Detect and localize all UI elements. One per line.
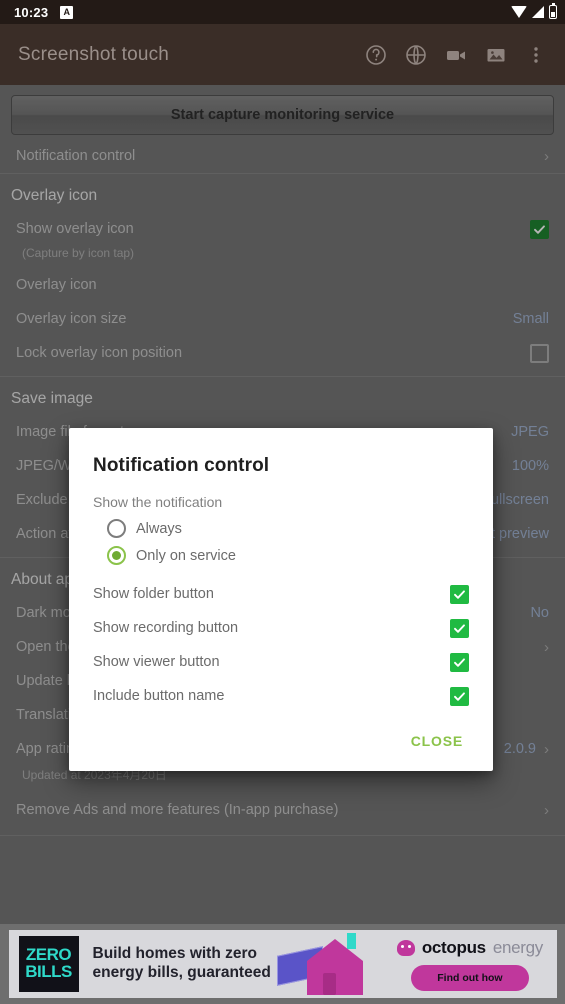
overflow-menu-icon[interactable] — [523, 42, 549, 68]
dialog-row-show-viewer-button[interactable]: Show viewer button — [93, 645, 469, 679]
app-title: Screenshot touch — [18, 43, 170, 65]
radio-label-always: Always — [136, 520, 182, 537]
battery-icon — [549, 3, 557, 19]
ad-logo-line-2: BILLS — [25, 962, 72, 981]
status-bar: 10:23 A — [0, 0, 565, 24]
notification-control-dialog: Notification control Show the notificati… — [69, 428, 493, 771]
dialog-label-show-recording-button: Show recording button — [93, 620, 239, 636]
app-bar-actions — [363, 42, 555, 68]
ad-headline: Build homes with zero energy bills, guar… — [93, 945, 271, 983]
radio-label-only-on-service: Only on service — [136, 547, 236, 564]
dialog-actions: CLOSE — [69, 713, 493, 761]
help-icon[interactable] — [363, 42, 389, 68]
dialog-row-include-button-name[interactable]: Include button name — [93, 679, 469, 713]
ad-cta-button[interactable]: Find out how — [411, 964, 529, 991]
phone-screen: 10:23 A Screenshot touch Start capture m… — [0, 0, 565, 1004]
signal-icon — [532, 6, 544, 18]
dialog-row-show-recording-button[interactable]: Show recording button — [93, 611, 469, 645]
ad-headline-line-2: energy bills, guaranteed — [92, 964, 271, 981]
solar-house-illustration-icon — [271, 931, 391, 997]
checkbox-include-button-name[interactable] — [450, 686, 469, 706]
dialog-label-include-button-name: Include button name — [93, 688, 225, 704]
dialog-group-label-show-the-notification: Show the notification — [93, 494, 223, 510]
status-bar-app-badge-icon: A — [60, 5, 74, 19]
status-bar-system-icons — [511, 3, 557, 19]
ad-banner[interactable]: ZERO BILLS Build homes with zero energy … — [0, 924, 565, 1004]
dialog-body: Show the notification Always Only on ser… — [69, 494, 493, 713]
app-bar: Screenshot touch — [0, 24, 565, 85]
radio-row-always[interactable]: Always — [93, 515, 469, 542]
ad-brand-name-bold: octopus — [421, 937, 486, 957]
checkbox-show-recording-button[interactable] — [450, 618, 469, 638]
radio-only-on-service[interactable] — [107, 546, 126, 565]
checkbox-show-viewer-button[interactable] — [450, 652, 469, 672]
settings-content: Start capture monitoring service Notific… — [0, 85, 565, 924]
wifi-icon — [511, 6, 527, 18]
ad-banner-content[interactable]: ZERO BILLS Build homes with zero energy … — [8, 930, 557, 998]
dialog-row-show-folder-button[interactable]: Show folder button — [93, 577, 469, 611]
ad-brand-lockup: octopus energy — [396, 937, 544, 958]
door-shape — [322, 973, 336, 995]
checkbox-show-folder-button[interactable] — [450, 584, 469, 604]
dialog-close-button[interactable]: CLOSE — [405, 729, 469, 753]
octopus-mascot-icon — [396, 939, 415, 956]
ad-headline-line-1: Build homes with zero — [92, 945, 257, 963]
dialog-label-show-folder-button: Show folder button — [93, 586, 214, 602]
dialog-label-show-viewer-button: Show viewer button — [93, 654, 220, 670]
ad-brand-block: octopus energy Find out how — [396, 937, 544, 991]
gallery-image-icon[interactable] — [483, 42, 509, 68]
radio-always[interactable] — [107, 519, 126, 538]
dialog-title: Notification control — [93, 455, 270, 476]
status-bar-clock: 10:23 — [14, 4, 49, 20]
ad-brand-name-light: energy — [492, 937, 544, 957]
radio-row-only-on-service[interactable]: Only on service — [93, 542, 469, 569]
zero-bills-logo-icon: ZERO BILLS — [18, 936, 79, 992]
roof-shape — [306, 939, 363, 961]
language-globe-icon[interactable] — [403, 42, 429, 68]
video-camera-icon[interactable] — [443, 42, 469, 68]
